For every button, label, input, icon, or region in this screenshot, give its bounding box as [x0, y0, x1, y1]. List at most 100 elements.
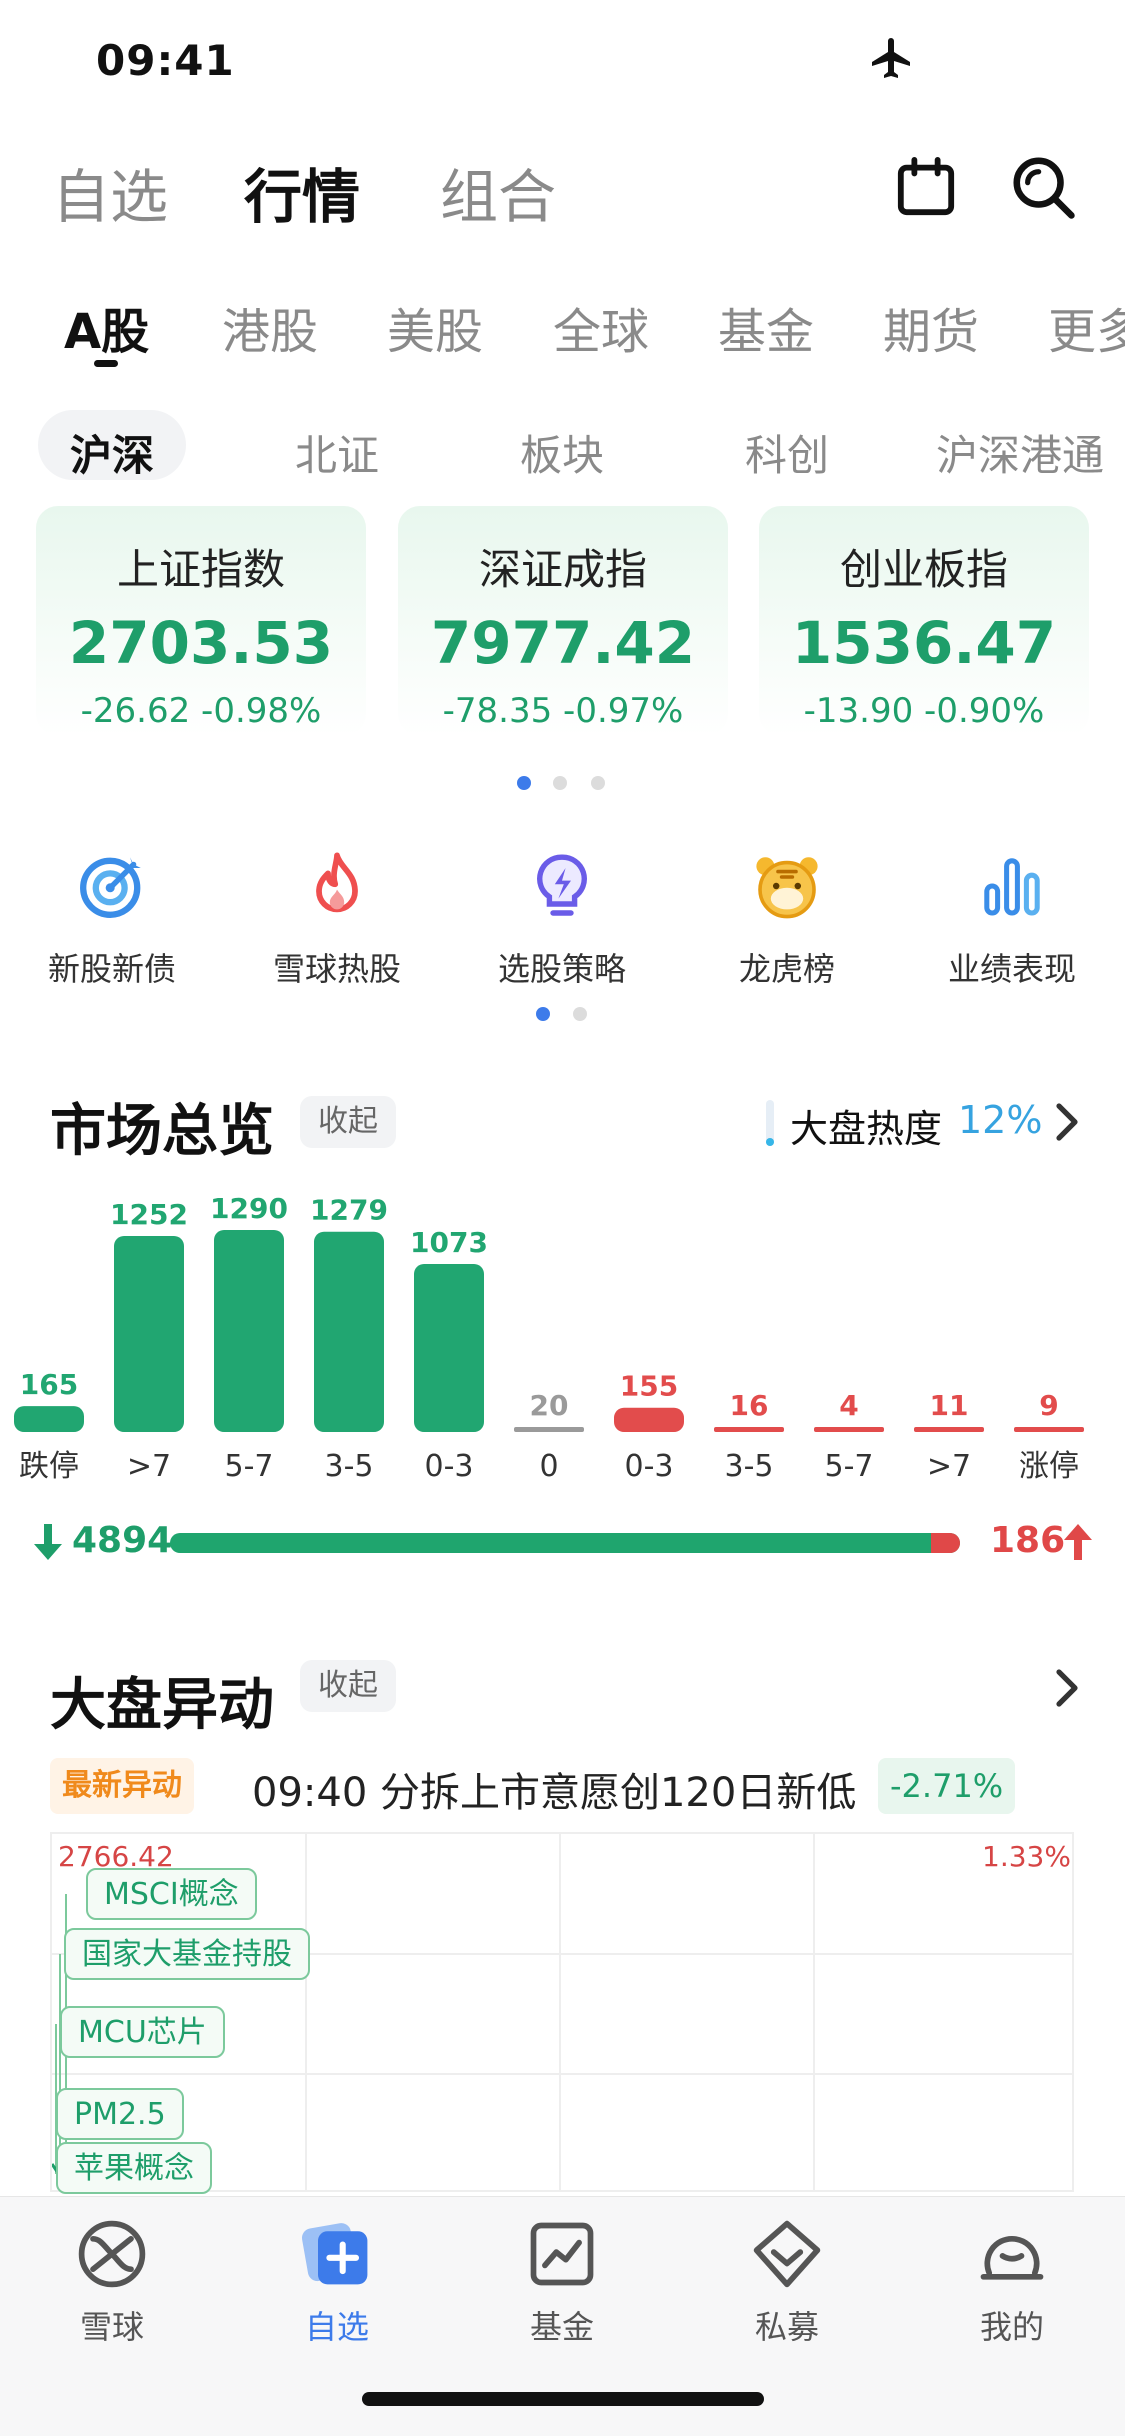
- bar-category-label: 0: [539, 1449, 558, 1484]
- bottom-tab-private-fund[interactable]: 私募: [707, 2216, 867, 2348]
- shortcut-ipo[interactable]: 新股新债: [17, 850, 207, 990]
- bar-value-label: 1252: [110, 1198, 188, 1231]
- shortcut-strategy[interactable]: 选股策略: [467, 850, 657, 990]
- distribution-bar: [414, 1263, 484, 1432]
- index-name: 上证指数: [116, 545, 285, 594]
- bottom-tab-label: 基金: [529, 2308, 594, 2346]
- tab-portfolio[interactable]: 组合: [440, 150, 556, 234]
- bar-category-label: 0-3: [625, 1449, 674, 1484]
- index-value: 1536.47: [791, 609, 1057, 677]
- bar-category-label: >7: [127, 1449, 171, 1484]
- market-tab-global[interactable]: 全球: [553, 292, 649, 362]
- market-tab-futures[interactable]: 期货: [883, 292, 979, 362]
- index-card-szse[interactable]: 深证成指 7977.42 -78.35 -0.97%: [398, 506, 728, 736]
- calendar-icon[interactable]: [895, 156, 957, 218]
- bar-category-label: 5-7: [825, 1449, 874, 1484]
- bar-value-label: 4: [839, 1389, 858, 1422]
- heat-gauge-fill: [766, 1138, 774, 1146]
- sub-tab-star[interactable]: 科创: [745, 422, 829, 483]
- distribution-bar: [614, 1407, 684, 1432]
- bar-category-label: 5-7: [225, 1449, 274, 1484]
- market-tab-fund[interactable]: 基金: [718, 292, 814, 362]
- index-name: 深证成指: [478, 545, 647, 594]
- shortcut-label: 选股策略: [497, 950, 626, 988]
- market-tab-a-share[interactable]: A股: [64, 292, 149, 362]
- index-change: -78.35 -0.97%: [442, 691, 684, 731]
- index-name: 创业板指: [839, 545, 1008, 594]
- bar-chart-icon: [984, 858, 1040, 916]
- bottom-tab-label: 自选: [304, 2308, 369, 2346]
- sub-tab-hushen[interactable]: 沪深: [70, 422, 154, 483]
- bar-value-label: 20: [530, 1389, 569, 1422]
- flame-icon: [316, 852, 358, 913]
- sub-tab-connect[interactable]: 沪深港通: [936, 422, 1104, 483]
- home-indicator: [362, 2392, 764, 2406]
- market-overview-collapse-button[interactable]: 收起: [300, 1096, 396, 1148]
- tab-market[interactable]: 行情: [244, 150, 360, 234]
- tiger-icon: [756, 857, 818, 919]
- market-tab-more[interactable]: 更多: [1048, 292, 1125, 362]
- fund-chart-icon: [530, 2222, 594, 2286]
- index-value: 2703.53: [68, 609, 334, 677]
- bar-value-label: 155: [620, 1370, 678, 1403]
- index-card-sse[interactable]: 上证指数 2703.53 -26.62 -0.98%: [36, 506, 366, 736]
- shortcut-label: 业绩表现: [947, 950, 1076, 988]
- search-icon[interactable]: [1008, 152, 1078, 222]
- bar-category-label: 3-5: [725, 1449, 774, 1484]
- concept-tag[interactable]: 国家大基金持股: [64, 1928, 310, 1980]
- bottom-tab-fund[interactable]: 基金: [482, 2216, 642, 2348]
- advancers-bar: [931, 1533, 960, 1553]
- latest-anomaly-tag: 最新异动: [50, 1758, 194, 1814]
- snowball-icon: [78, 2220, 146, 2288]
- bottom-tab-label: 雪球: [79, 2308, 144, 2346]
- market-tab-us[interactable]: 美股: [387, 292, 483, 362]
- anomaly-change-badge: -2.71%: [878, 1758, 1016, 1814]
- market-tab-more-clip: 更多: [1048, 292, 1125, 362]
- concept-tag[interactable]: PM2.5: [56, 2088, 184, 2140]
- sub-tab-sector[interactable]: 板块: [520, 422, 604, 483]
- market-heat-value[interactable]: 12%: [958, 1098, 1042, 1142]
- sub-tab-beizheng[interactable]: 北证: [295, 422, 379, 483]
- market-anomaly-collapse-button[interactable]: 收起: [300, 1660, 396, 1712]
- private-fund-icon: [753, 2220, 821, 2288]
- market-overview-title: 市场总览: [50, 1099, 274, 1164]
- index-card-chinext[interactable]: 创业板指 1536.47 -13.90 -0.90%: [759, 506, 1089, 736]
- decliners-count: 4894: [72, 1520, 173, 1561]
- shortcut-earnings[interactable]: 业绩表现: [917, 850, 1107, 990]
- market-tab-hk[interactable]: 港股: [222, 292, 318, 362]
- bottom-tab-label: 私募: [754, 2308, 819, 2346]
- chevron-right-icon[interactable]: [1055, 1668, 1081, 1708]
- market-heat-label[interactable]: 大盘热度: [790, 1098, 942, 1153]
- card-pager-dot: [591, 776, 605, 790]
- concept-tag[interactable]: MSCI概念: [86, 1868, 257, 1920]
- bottom-tab-snowball[interactable]: 雪球: [32, 2216, 192, 2348]
- arrow-up-icon: [1064, 1524, 1092, 1560]
- shortcut-label: 雪球热股: [272, 950, 401, 988]
- index-change: -13.90 -0.90%: [803, 691, 1045, 731]
- concept-tag[interactable]: MCU芯片: [60, 2006, 225, 2058]
- index-change: -26.62 -0.98%: [80, 691, 322, 731]
- distribution-bar: [714, 1427, 784, 1432]
- bar-category-label: 3-5: [325, 1449, 374, 1484]
- distribution-bar: [914, 1427, 984, 1432]
- bottom-tab-profile[interactable]: 我的: [932, 2216, 1092, 2348]
- lightbulb-icon: [537, 854, 587, 916]
- profile-icon: [980, 2235, 1044, 2280]
- concept-tag[interactable]: 苹果概念: [56, 2142, 212, 2194]
- bar-value-label: 9: [1039, 1389, 1058, 1422]
- anomaly-headline[interactable]: 09:40 分拆上市意愿创120日新低: [252, 1760, 856, 1818]
- shortcut-label: 新股新债: [47, 950, 176, 988]
- tab-watchlist[interactable]: 自选: [52, 150, 168, 234]
- bottom-tab-watchlist[interactable]: 自选: [257, 2216, 417, 2348]
- advancers-count: 186: [990, 1520, 1066, 1561]
- card-pager-dot: [553, 776, 567, 790]
- distribution-bar: [514, 1427, 584, 1432]
- shortcut-pager-dot: [536, 1007, 550, 1021]
- distribution-bar: [314, 1231, 384, 1432]
- chevron-right-icon[interactable]: [1055, 1102, 1081, 1142]
- bar-category-label: >7: [927, 1449, 971, 1484]
- bar-value-label: 1290: [210, 1192, 288, 1225]
- shortcut-dragon-tiger[interactable]: 龙虎榜: [692, 850, 882, 990]
- distribution-bar: [214, 1230, 284, 1432]
- shortcut-hot-stocks[interactable]: 雪球热股: [242, 850, 432, 990]
